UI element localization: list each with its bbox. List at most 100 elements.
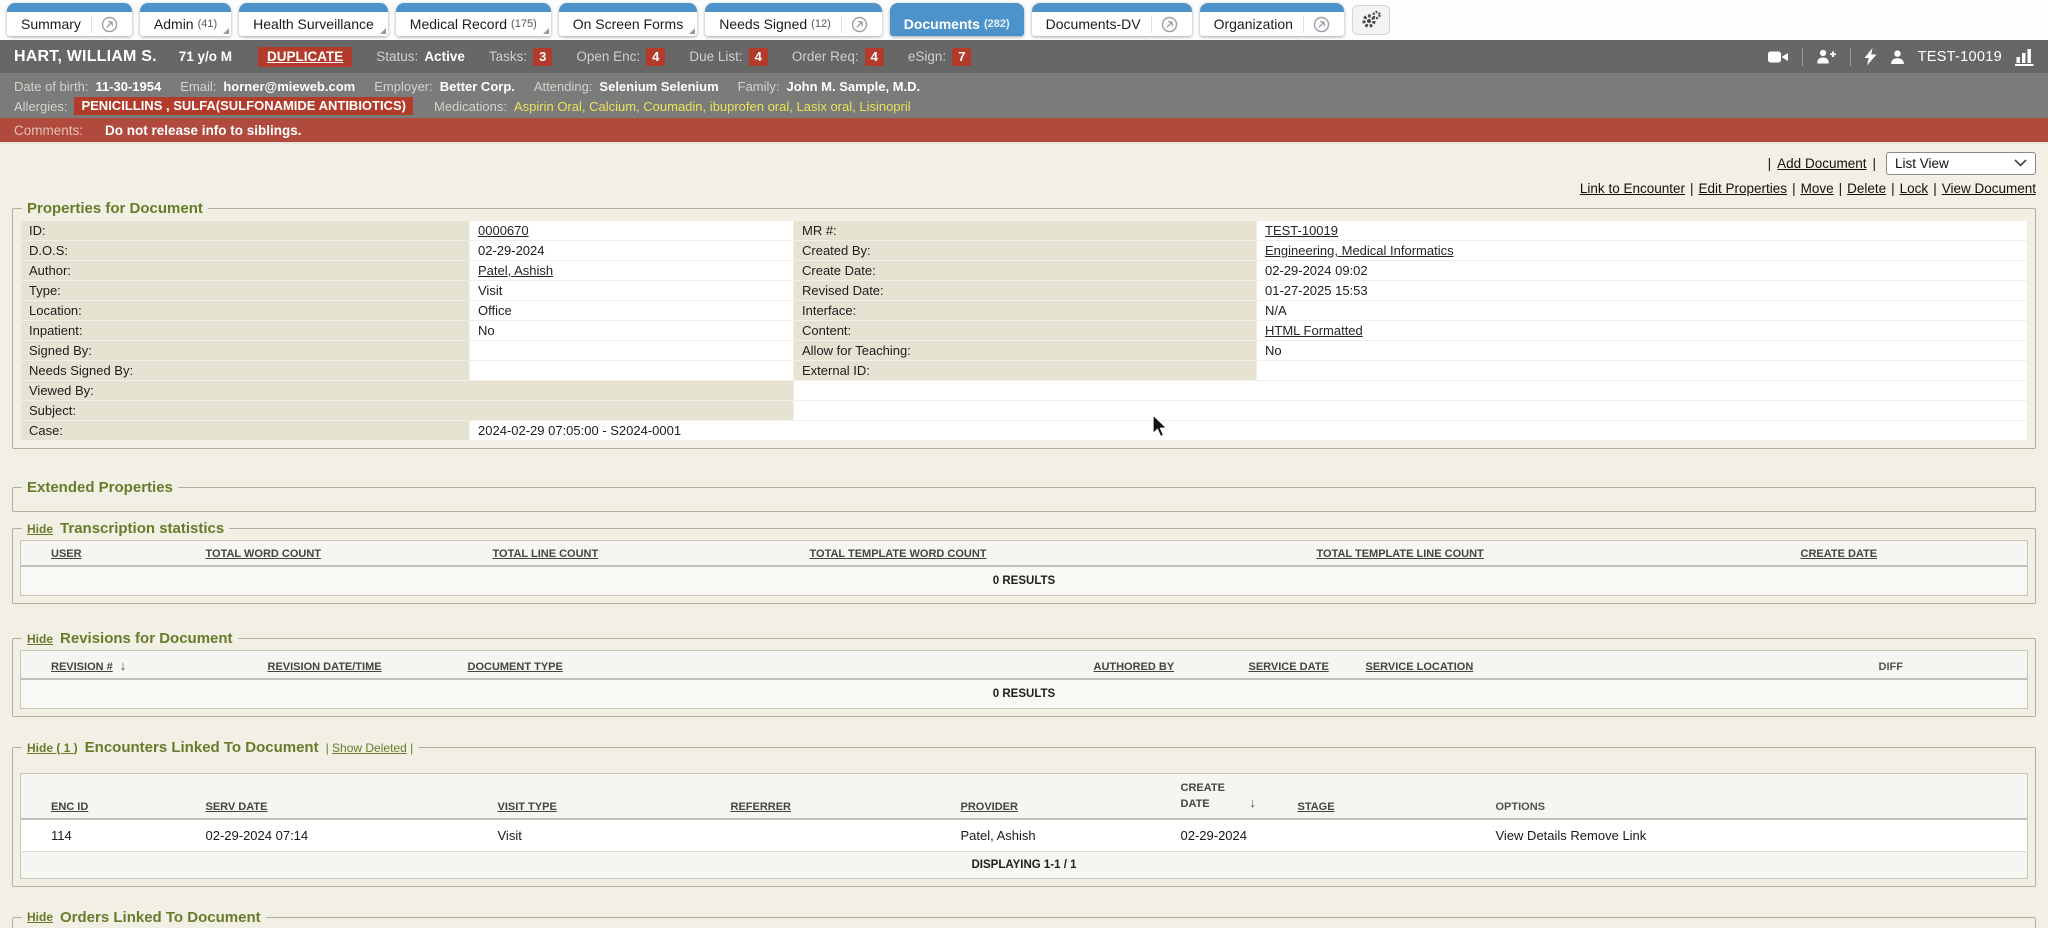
view-document-link[interactable]: View Document bbox=[1942, 181, 2036, 196]
lightning-icon[interactable] bbox=[1864, 48, 1877, 66]
medications-list[interactable]: Aspirin Oral, Calcium, Coumadin, ibuprof… bbox=[514, 99, 911, 114]
hide-transcription-link[interactable]: Hide bbox=[27, 522, 53, 536]
edit-properties-link[interactable]: Edit Properties bbox=[1699, 181, 1788, 196]
tab-documents[interactable]: Documents (282) bbox=[890, 3, 1024, 36]
tab-on-screen-forms[interactable]: On Screen Forms bbox=[559, 3, 697, 36]
doc-id-link[interactable]: 0000670 bbox=[478, 223, 529, 238]
column-header-create-date[interactable]: CREATE DATE bbox=[1791, 541, 2028, 567]
revisions-table: REVISION #↓ REVISION DATE/TIME DOCUMENT … bbox=[20, 650, 2028, 709]
column-header-serv-date[interactable]: SERV DATE bbox=[196, 774, 488, 819]
column-header-document-type[interactable]: DOCUMENT TYPE bbox=[458, 651, 1084, 680]
tab-label: Medical Record bbox=[410, 16, 507, 32]
column-header-provider[interactable]: PROVIDER bbox=[951, 774, 1171, 819]
provider-cell: Patel, Ashish bbox=[951, 819, 1171, 852]
due-list-badge[interactable]: 4 bbox=[749, 48, 768, 66]
duplicate-flag[interactable]: DUPLICATE bbox=[258, 47, 352, 67]
comments-label: Comments: bbox=[14, 123, 83, 138]
tab-needs-signed[interactable]: Needs Signed (12) bbox=[705, 3, 882, 36]
hide-encounters-link[interactable]: Hide ( 1 ) bbox=[27, 741, 78, 755]
delete-link[interactable]: Delete bbox=[1847, 181, 1886, 196]
divider bbox=[1802, 48, 1803, 66]
field-label: Content: bbox=[794, 321, 1256, 340]
column-header-total-line-count[interactable]: TOTAL LINE COUNT bbox=[483, 541, 800, 567]
tab-admin[interactable]: Admin (41) bbox=[140, 3, 231, 36]
column-header-diff: DIFF bbox=[1869, 651, 2028, 680]
link-to-encounter-link[interactable]: Link to Encounter bbox=[1580, 181, 1685, 196]
column-header-revision-number[interactable]: REVISION #↓ bbox=[21, 651, 258, 680]
demographics-row-2: Allergies: PENICILLINS , SULFA(SULFONAMI… bbox=[14, 96, 2034, 116]
empty-results-row: 0 RESULTS bbox=[21, 679, 2028, 709]
add-document-link[interactable]: Add Document bbox=[1777, 156, 1866, 171]
column-header-total-template-line-count[interactable]: TOTAL TEMPLATE LINE COUNT bbox=[1307, 541, 1791, 567]
lock-link[interactable]: Lock bbox=[1900, 181, 1929, 196]
field-label: Location: bbox=[21, 301, 469, 320]
author-link[interactable]: Patel, Ashish bbox=[478, 263, 553, 278]
settings-button[interactable] bbox=[1352, 5, 1390, 35]
column-header-total-word-count[interactable]: TOTAL WORD COUNT bbox=[196, 541, 483, 567]
tab-count: (41) bbox=[198, 18, 218, 30]
column-header-stage[interactable]: STAGE bbox=[1288, 774, 1486, 819]
column-header-total-template-word-count[interactable]: TOTAL TEMPLATE WORD COUNT bbox=[800, 541, 1307, 567]
status-value: Active bbox=[424, 49, 465, 64]
hide-orders-link[interactable]: Hide bbox=[27, 910, 53, 924]
field-label: Inpatient: bbox=[21, 321, 469, 340]
properties-table: ID: 0000670 MR #: TEST-10019 D.O.S: 02-2… bbox=[20, 220, 2028, 441]
tab-count: (175) bbox=[511, 18, 537, 30]
view-mode-select[interactable]: List View bbox=[1886, 152, 2036, 175]
dob-value: 11-30-1954 bbox=[95, 79, 161, 94]
created-by-link[interactable]: Engineering, Medical Informatics bbox=[1265, 243, 1454, 258]
tasks-badge[interactable]: 3 bbox=[533, 48, 552, 66]
view-details-link[interactable]: View Details bbox=[1496, 828, 1567, 843]
allergies-badge[interactable]: PENICILLINS , SULFA(SULFONAMIDE ANTIBIOT… bbox=[74, 97, 413, 115]
status-label: Status: bbox=[376, 49, 418, 64]
orders-title: Orders Linked To Document bbox=[60, 909, 261, 926]
table-row: Needs Signed By: External ID: bbox=[21, 361, 2027, 380]
column-header-authored-by[interactable]: AUTHORED BY bbox=[1084, 651, 1239, 680]
tab-documents-dv[interactable]: Documents-DV bbox=[1032, 3, 1192, 36]
table-row: ID: 0000670 MR #: TEST-10019 bbox=[21, 221, 2027, 240]
field-label: Author: bbox=[21, 261, 469, 280]
table-row: Location: Office Interface: N/A bbox=[21, 301, 2027, 320]
tasks-label: Tasks: bbox=[489, 49, 527, 64]
properties-section-title: Properties for Document bbox=[22, 200, 208, 217]
column-header-service-date[interactable]: SERVICE DATE bbox=[1239, 651, 1356, 680]
tab-bar: Summary Admin (41) Health Surveillance M… bbox=[0, 0, 2048, 40]
document-toolbar: | Add Document | List View bbox=[12, 150, 2036, 176]
tab-summary[interactable]: Summary bbox=[7, 3, 132, 36]
person-icon[interactable] bbox=[1890, 49, 1905, 65]
column-header-referrer[interactable]: REFERRER bbox=[721, 774, 951, 819]
popout-icon[interactable] bbox=[91, 16, 118, 33]
hide-revisions-link[interactable]: Hide bbox=[27, 632, 53, 646]
mr-number-link[interactable]: TEST-10019 bbox=[1265, 223, 1338, 238]
tab-medical-record[interactable]: Medical Record (175) bbox=[396, 3, 551, 36]
add-person-icon[interactable] bbox=[1816, 48, 1837, 65]
tab-label: Admin bbox=[154, 16, 194, 32]
column-header-revision-datetime[interactable]: REVISION DATE/TIME bbox=[258, 651, 458, 680]
column-header-enc-id[interactable]: ENC ID bbox=[21, 774, 196, 819]
tab-organization[interactable]: Organization bbox=[1200, 3, 1344, 36]
table-row: Type: Visit Revised Date: 01-27-2025 15:… bbox=[21, 281, 2027, 300]
flowsheet-chart-icon[interactable] bbox=[2015, 48, 2034, 66]
column-header-service-location[interactable]: SERVICE LOCATION bbox=[1356, 651, 1869, 680]
field-label: Created By: bbox=[794, 241, 1256, 260]
remove-link-link[interactable]: Remove Link bbox=[1570, 828, 1646, 843]
field-label: External ID: bbox=[794, 361, 1256, 380]
content-format-link[interactable]: HTML Formatted bbox=[1265, 323, 1363, 338]
column-header-user[interactable]: USER bbox=[21, 541, 196, 567]
esign-badge[interactable]: 7 bbox=[952, 48, 971, 66]
column-header-create-date[interactable]: CREATE DATE↓ bbox=[1171, 774, 1288, 819]
open-enc-badge[interactable]: 4 bbox=[646, 48, 665, 66]
popout-icon[interactable] bbox=[1151, 16, 1178, 33]
mouse-cursor bbox=[1152, 414, 1170, 445]
order-req-badge[interactable]: 4 bbox=[865, 48, 884, 66]
popout-icon[interactable] bbox=[841, 16, 868, 33]
popout-icon[interactable] bbox=[1303, 16, 1330, 33]
column-header-visit-type[interactable]: VISIT TYPE bbox=[488, 774, 721, 819]
allow-teaching-value: No bbox=[1257, 341, 2027, 360]
show-deleted-link[interactable]: Show Deleted bbox=[332, 741, 407, 755]
table-row: Author: Patel, Ashish Create Date: 02-29… bbox=[21, 261, 2027, 280]
move-link[interactable]: Move bbox=[1801, 181, 1834, 196]
tab-health-surveillance[interactable]: Health Surveillance bbox=[239, 3, 388, 36]
employer-label: Employer: bbox=[374, 79, 433, 94]
video-call-icon[interactable] bbox=[1767, 49, 1789, 65]
